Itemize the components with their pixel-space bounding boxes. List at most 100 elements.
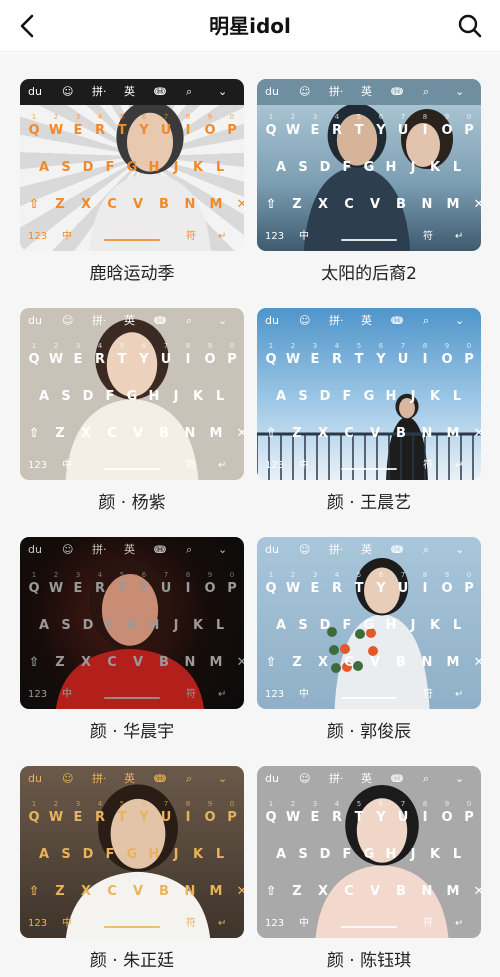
- keyboard-toolbar: du ☺ 拼· 英 ↈ ⌕ ⌄: [20, 79, 244, 105]
- key: M: [209, 884, 223, 899]
- search-icon: [458, 14, 482, 38]
- skin-card[interactable]: du ☺ 拼· 英 ↈ ⌕ ⌄ 1 2 3 4 5 6 7 8 9 0 Q W E R T Y U I O P A S D F G H J K L ⇧ Z…: [20, 537, 244, 744]
- spacebar: [104, 468, 160, 470]
- key-row-3: ⇧ Z X C V B N M ✕: [20, 195, 244, 215]
- key: ✕: [236, 197, 244, 212]
- skin-card[interactable]: du ☺ 拼· 英 ↈ ⌕ ⌄ 1 2 3 4 5 6 7 8 9 0 Q W E R T Y U I O P A S D F G H J K L ⇧ Z…: [20, 308, 244, 515]
- key: L: [452, 389, 462, 404]
- key: N: [421, 426, 433, 441]
- spacebar: [341, 697, 397, 699]
- skin-preview[interactable]: du ☺ 拼· 英 ↈ ⌕ ⌄ 1 2 3 4 5 6 7 8 9 0 Q W E R T Y U I O P A S D F G H J K L ⇧ Z…: [257, 537, 481, 709]
- header-bar: 明星idol: [0, 0, 500, 52]
- key: A: [275, 389, 287, 404]
- key: L: [452, 847, 462, 862]
- emoji-icon: ☺: [299, 314, 311, 327]
- key: C: [107, 884, 117, 899]
- key: E: [73, 581, 83, 596]
- key: B: [396, 655, 406, 670]
- key: ⇧: [28, 426, 40, 441]
- key: X: [317, 655, 329, 670]
- key: Q: [28, 123, 40, 138]
- skin-card[interactable]: du ☺ 拼· 英 ↈ ⌕ ⌄ 1 2 3 4 5 6 7 8 9 0 Q W E R T Y U I O P A S D F G H J K L ⇧ Z…: [257, 308, 481, 515]
- key: R: [94, 810, 105, 825]
- pinyin-toggle: 拼·: [329, 85, 344, 98]
- key-row-2: ASDFGHJKL: [257, 845, 481, 865]
- english-toggle: 英: [361, 772, 372, 785]
- key: A: [38, 618, 50, 633]
- skin-card[interactable]: du ☺ 拼· 英 ↈ ⌕ ⌄ 1 2 3 4 5 6 7 8 9 0 Q W E R T Y U I O P A S D F G H J K L ⇧ Z…: [20, 766, 244, 973]
- search-icon: ⌕: [186, 772, 193, 785]
- du-logo-icon: du: [28, 772, 42, 785]
- key: E: [310, 581, 320, 596]
- key: ✕: [473, 655, 481, 670]
- key: H: [148, 847, 160, 862]
- key: M: [446, 884, 460, 899]
- key: F: [105, 618, 115, 633]
- skin-preview[interactable]: du ☺ 拼· 英 ↈ ⌕ ⌄ 1 2 3 4 5 6 7 8 9 0 Q W E R T Y U I O P A S D F G H J K L ⇧ Z…: [20, 79, 244, 251]
- key: K: [429, 160, 441, 175]
- key: K: [429, 847, 441, 862]
- skin-grid: du ☺ 拼· 英 ↈ ⌕ ⌄ 1 2 3 4 5 6 7 8 9 0 Q W E R T Y U I O P A S D F G H J K L ⇧ Z…: [0, 53, 500, 977]
- spacebar: [104, 697, 160, 699]
- numbers-key: 123: [28, 918, 48, 929]
- key: J: [173, 847, 179, 862]
- skin-preview[interactable]: du ☺ 拼· 英 ↈ ⌕ ⌄ 1 2 3 4 5 6 7 8 9 0 Q W E R T Y U I O P A S D F G H J K L ⇧ Z…: [20, 766, 244, 938]
- search-icon: ⌕: [186, 85, 193, 98]
- key: J: [173, 160, 179, 175]
- key: Y: [376, 581, 386, 596]
- emoji-icon: ☺: [299, 772, 311, 785]
- key: B: [159, 884, 169, 899]
- numbers-key: 123: [28, 689, 48, 700]
- keyboard-toolbar: du ☺ 拼· 英 ↈ ⌕ ⌄: [20, 766, 244, 792]
- chinese-key: 中: [62, 460, 72, 471]
- key: T: [354, 352, 364, 367]
- key: H: [385, 618, 397, 633]
- key: N: [184, 884, 196, 899]
- key: Q: [28, 810, 40, 825]
- key: P: [464, 123, 474, 138]
- pinyin-toggle: 拼·: [92, 543, 107, 556]
- key: I: [422, 581, 428, 596]
- key: P: [227, 810, 237, 825]
- key: O: [204, 123, 216, 138]
- key: V: [132, 655, 144, 670]
- key: W: [285, 581, 301, 596]
- skin-card[interactable]: du ☺ 拼· 英 ↈ ⌕ ⌄ 1 2 3 4 5 6 7 8 9 0 Q W E R T Y U I O P A S D F G H J K L ⇧ Z…: [257, 766, 481, 973]
- chinese-key: 中: [299, 918, 309, 929]
- key: I: [422, 810, 428, 825]
- key: R: [94, 352, 105, 367]
- emoji-icon: ☺: [62, 85, 74, 98]
- key: ⇧: [28, 197, 40, 212]
- cursor-icon: ↈ: [154, 314, 167, 327]
- english-toggle: 英: [361, 314, 372, 327]
- skin-preview[interactable]: du ☺ 拼· 英 ↈ ⌕ ⌄ 1 2 3 4 5 6 7 8 9 0 Q W E R T Y U I O P A S D F G H J K L ⇧ Z…: [257, 79, 481, 251]
- key: U: [397, 352, 409, 367]
- chinese-key: 中: [299, 231, 309, 242]
- search-icon: ⌕: [423, 543, 430, 556]
- key-row-2: ASDFGHJKL: [257, 387, 481, 407]
- key: L: [215, 618, 225, 633]
- skin-preview[interactable]: du ☺ 拼· 英 ↈ ⌕ ⌄ 1 2 3 4 5 6 7 8 9 0 Q W E R T Y U I O P A S D F G H J K L ⇧ Z…: [20, 308, 244, 480]
- skin-preview[interactable]: du ☺ 拼· 英 ↈ ⌕ ⌄ 1 2 3 4 5 6 7 8 9 0 Q W E R T Y U I O P A S D F G H J K L ⇧ Z…: [257, 308, 481, 480]
- pinyin-toggle: 拼·: [329, 314, 344, 327]
- key: U: [397, 123, 409, 138]
- skin-card[interactable]: du ☺ 拼· 英 ↈ ⌕ ⌄ 1 2 3 4 5 6 7 8 9 0 Q W E R T Y U I O P A S D F G H J K L ⇧ Z…: [20, 79, 244, 286]
- key: Z: [55, 655, 65, 670]
- key-row-2: ASDFGHJKL: [20, 158, 244, 178]
- key: S: [61, 618, 71, 633]
- skin-preview[interactable]: du ☺ 拼· 英 ↈ ⌕ ⌄ 1 2 3 4 5 6 7 8 9 0 Q W E R T Y U I O P A S D F G H J K L ⇧ Z…: [20, 537, 244, 709]
- english-toggle: 英: [361, 85, 372, 98]
- chinese-key: 中: [62, 689, 72, 700]
- key: W: [48, 352, 64, 367]
- keyboard-overlay: du ☺ 拼· 英 ↈ ⌕ ⌄ 1 2 3 4 5 6 7 8 9 0 Q W E R T Y U I O P A S D F G H J K L ⇧ Z…: [257, 537, 481, 709]
- search-button[interactable]: [456, 12, 484, 40]
- key-row-3: ⇧ Z X C V B N M ✕: [20, 882, 244, 902]
- skin-preview[interactable]: du ☺ 拼· 英 ↈ ⌕ ⌄ 1 2 3 4 5 6 7 8 9 0 Q W E R T Y U I O P A S D F G H J K L ⇧ Z…: [257, 766, 481, 938]
- skin-card[interactable]: du ☺ 拼· 英 ↈ ⌕ ⌄ 1 2 3 4 5 6 7 8 9 0 Q W E R T Y U I O P A S D F G H J K L ⇧ Z…: [257, 537, 481, 744]
- skin-card[interactable]: du ☺ 拼· 英 ↈ ⌕ ⌄ 1 2 3 4 5 6 7 8 9 0 Q W E R T Y U I O P A S D F G H J K L ⇧ Z…: [257, 79, 481, 286]
- keyboard-bottom-row: 123 中 符 ↵: [257, 227, 481, 247]
- key: A: [38, 389, 50, 404]
- key: T: [354, 810, 364, 825]
- key: M: [446, 426, 460, 441]
- key: K: [429, 618, 441, 633]
